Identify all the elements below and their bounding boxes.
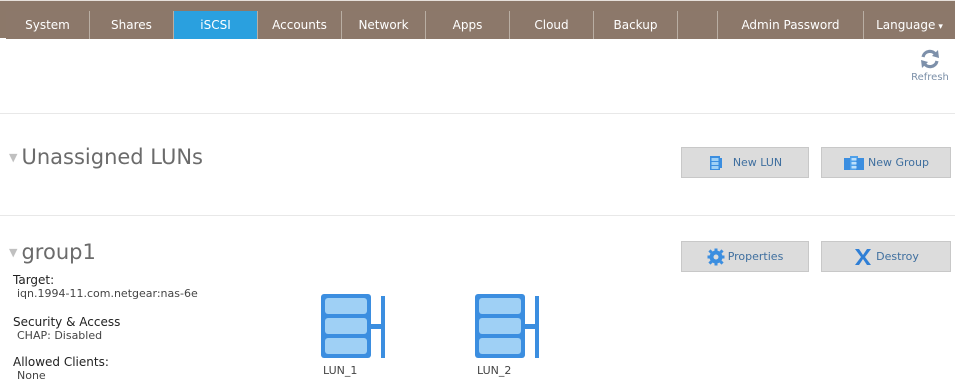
lun-icon bbox=[709, 155, 722, 170]
target-value: iqn.1994-11.com.netgear:nas-6e bbox=[17, 287, 198, 300]
security-value: CHAP: Disabled bbox=[17, 329, 103, 342]
tab-language[interactable]: Language ▾ bbox=[864, 11, 955, 39]
tab-network[interactable]: Network bbox=[342, 11, 426, 39]
tab-accounts[interactable]: Accounts bbox=[258, 11, 342, 39]
unassigned-title-text: Unassigned LUNs bbox=[21, 145, 203, 169]
divider-top bbox=[0, 113, 955, 114]
caret-down-icon: ▼ bbox=[9, 151, 18, 164]
tab-backup[interactable]: Backup bbox=[594, 11, 678, 39]
group-icon bbox=[844, 155, 864, 170]
lun-item[interactable]: LUN_1 bbox=[319, 292, 429, 382]
clients-block: Allowed Clients: None bbox=[13, 355, 109, 382]
clients-value: None bbox=[17, 369, 46, 382]
new-lun-button[interactable]: New LUN bbox=[681, 147, 809, 178]
language-label: Language bbox=[876, 18, 936, 32]
refresh-label: Refresh bbox=[911, 72, 949, 83]
destroy-button[interactable]: Destroy bbox=[821, 241, 951, 272]
x-icon bbox=[855, 248, 872, 265]
unassigned-luns-title[interactable]: ▼ Unassigned LUNs bbox=[9, 145, 203, 169]
target-key: Target: bbox=[13, 273, 55, 287]
destroy-label: Destroy bbox=[876, 250, 919, 263]
tab-shares[interactable]: Shares bbox=[90, 11, 174, 39]
security-key: Security & Access bbox=[13, 315, 121, 329]
target-block: Target: iqn.1994-11.com.netgear:nas-6e bbox=[13, 273, 198, 300]
divider-middle bbox=[0, 215, 955, 216]
group-title-text: group1 bbox=[21, 240, 96, 264]
tab-iscsi[interactable]: iSCSI bbox=[174, 11, 258, 39]
tab-cloud[interactable]: Cloud bbox=[510, 11, 594, 39]
clients-key: Allowed Clients: bbox=[13, 355, 109, 369]
new-group-button[interactable]: New Group bbox=[821, 147, 951, 178]
lun-icon bbox=[321, 294, 385, 358]
tab-admin-password[interactable]: Admin Password bbox=[718, 11, 864, 39]
group-title[interactable]: ▼ group1 bbox=[9, 240, 96, 264]
tab-blank bbox=[678, 11, 718, 39]
tab-system[interactable]: System bbox=[6, 11, 90, 39]
new-group-label: New Group bbox=[868, 156, 929, 169]
security-block: Security & Access CHAP: Disabled bbox=[13, 315, 120, 342]
lun-item[interactable]: LUN_2 bbox=[473, 292, 583, 382]
tab-apps[interactable]: Apps bbox=[426, 11, 510, 39]
caret-down-icon: ▾ bbox=[938, 22, 943, 32]
caret-down-icon: ▼ bbox=[9, 246, 18, 259]
lun-name: LUN_1 bbox=[323, 364, 358, 377]
refresh-icon bbox=[921, 49, 939, 69]
lun-name: LUN_2 bbox=[477, 364, 512, 377]
properties-label: Properties bbox=[727, 250, 784, 263]
gear-icon bbox=[707, 248, 725, 265]
refresh-button[interactable]: Refresh bbox=[908, 48, 952, 83]
new-lun-label: New LUN bbox=[732, 156, 783, 169]
properties-button[interactable]: Properties bbox=[681, 241, 809, 272]
lun-icon bbox=[475, 294, 539, 358]
top-nav-bar: System Shares iSCSI Accounts Network App… bbox=[0, 0, 955, 39]
